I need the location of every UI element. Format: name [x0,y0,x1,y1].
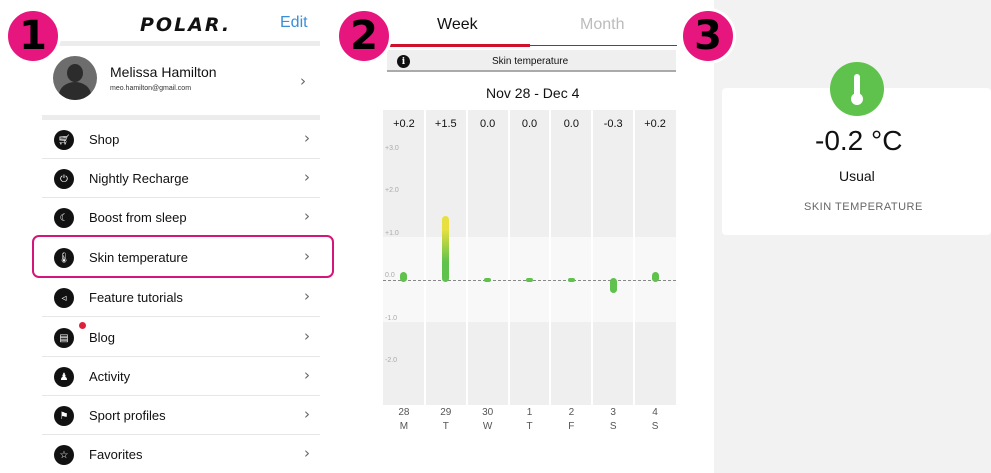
runner-icon: ⚑ [54,406,74,426]
value-label: +1.5 [434,118,457,130]
date-range: Nov 28 - Dec 4 [486,85,580,101]
temperature-value: -0.2 °C [815,125,903,156]
tab-divider [530,45,677,46]
step-number: 3 [694,13,722,59]
y-tick-label: +2.0 [385,187,399,194]
chevron-right-icon: › [304,287,310,305]
info-bar[interactable]: i Skin temperature [387,50,676,72]
y-tick-label: -2.0 [385,357,398,364]
blog-icon: ▤ [54,328,74,348]
value-label: +0.2 [644,118,666,130]
y-tick-label: +1.0 [385,229,399,237]
edit-button[interactable]: Edit [280,14,308,32]
value-label: +0.2 [393,118,415,130]
y-tick-label: 0.0 [385,272,395,279]
x-day-label: 3 [610,407,616,418]
x-day-label: 30 [482,407,494,418]
power-icon: ⏻ [54,169,74,189]
value-label: -0.3 [603,118,623,130]
value-label: 0.0 [563,118,579,130]
chevron-right-icon: › [304,207,310,225]
menu-item-favorites[interactable]: ☆ Favorites › [42,435,320,473]
menu-item-label: Blog [89,330,116,345]
chevron-right-icon: › [304,366,310,384]
temperature-bar[interactable] [526,278,533,282]
x-weekday-label: S [651,421,659,432]
column-divider [507,110,510,405]
menu-item-label: Favorites [89,447,143,462]
x-day-label: 2 [568,407,575,418]
info-label: Skin temperature [492,56,569,67]
step-badge-2: 2 [336,8,392,64]
temperature-bar[interactable] [609,278,617,293]
tab-month[interactable]: Month [580,16,624,34]
notification-dot [79,322,86,329]
info-icon[interactable]: i [397,55,410,68]
column-divider [423,110,426,405]
highlight-frame [32,235,334,278]
step-badge-3: 3 [680,8,736,64]
activity-icon: ♟ [54,367,74,387]
x-day-label: 1 [526,407,533,418]
temperature-bar[interactable] [400,271,408,282]
tab-indicator [387,44,530,47]
cart-icon: 🛒︎ [54,130,74,150]
temperature-bar[interactable] [651,271,659,282]
whistle-icon: ◃ [54,288,74,308]
menu-item-activity[interactable]: ♟ Activity › [42,357,320,396]
menu-item-label: Shop [89,132,120,147]
chevron-right-icon: › [304,405,310,423]
menu-item-label: Nightly Recharge [89,171,189,186]
value-label: 0.0 [521,118,538,130]
profile-email: meo.hamilton@gmail.com [110,85,192,92]
x-weekday-label: T [526,421,533,432]
menu-item-sport-profiles[interactable]: ⚑ Sport profiles › [42,396,320,435]
profile-name: Melissa Hamilton [110,64,217,80]
chevron-right-icon[interactable]: › [300,72,306,90]
menu-item-shop[interactable]: 🛒︎ Shop › [42,120,320,159]
tab-week[interactable]: Week [437,16,478,34]
step-number: 1 [19,13,47,59]
column-divider [465,110,468,405]
menu-item-feature-tutorials[interactable]: ◃ Feature tutorials › [42,278,320,317]
temperature-bar[interactable] [442,216,450,282]
y-tick-label: +3.0 [385,144,399,152]
moon-icon: ☾ [54,208,74,228]
x-weekday-label: T [442,421,449,432]
column-divider [591,110,594,405]
status-label: Usual [839,168,875,184]
column-divider [633,110,636,405]
menu-item-label: Sport profiles [89,408,166,423]
star-icon: ☆ [54,445,74,465]
chevron-right-icon: › [304,327,310,345]
x-weekday-label: F [568,421,575,432]
menu-item-label: Boost from sleep [89,210,187,225]
x-weekday-label: M [399,421,409,432]
step-number: 2 [350,13,378,59]
polar-logo: POLAR. [140,14,232,36]
step-badge-1: 1 [5,8,61,64]
chevron-right-icon: › [304,129,310,147]
y-tick-label: -1.0 [385,314,398,322]
x-day-label: 29 [440,407,452,418]
x-day-label: 28 [398,407,410,418]
value-label: 0.0 [479,118,496,130]
menu-item-nightly-recharge[interactable]: ⏻ Nightly Recharge › [42,159,320,198]
menu-item-label: Feature tutorials [89,290,183,305]
x-weekday-label: W [482,421,493,432]
menu-item-label: Activity [89,369,131,384]
avatar[interactable] [53,56,97,100]
x-weekday-label: S [609,421,617,432]
divider [42,41,320,46]
metric-caption: SKIN TEMPERATURE [804,201,923,213]
thermometer-icon [830,62,884,116]
menu-panel: POLAR. Edit Melissa Hamilton meo.hamilto… [0,0,350,473]
temperature-bar[interactable] [567,278,575,282]
temperature-bar[interactable] [484,278,492,282]
x-day-label: 4 [652,407,658,418]
chevron-right-icon: › [304,444,310,462]
menu-item-boost-from-sleep[interactable]: ☾ Boost from sleep › [42,198,320,237]
column-divider [549,110,552,405]
chevron-right-icon: › [304,168,310,186]
